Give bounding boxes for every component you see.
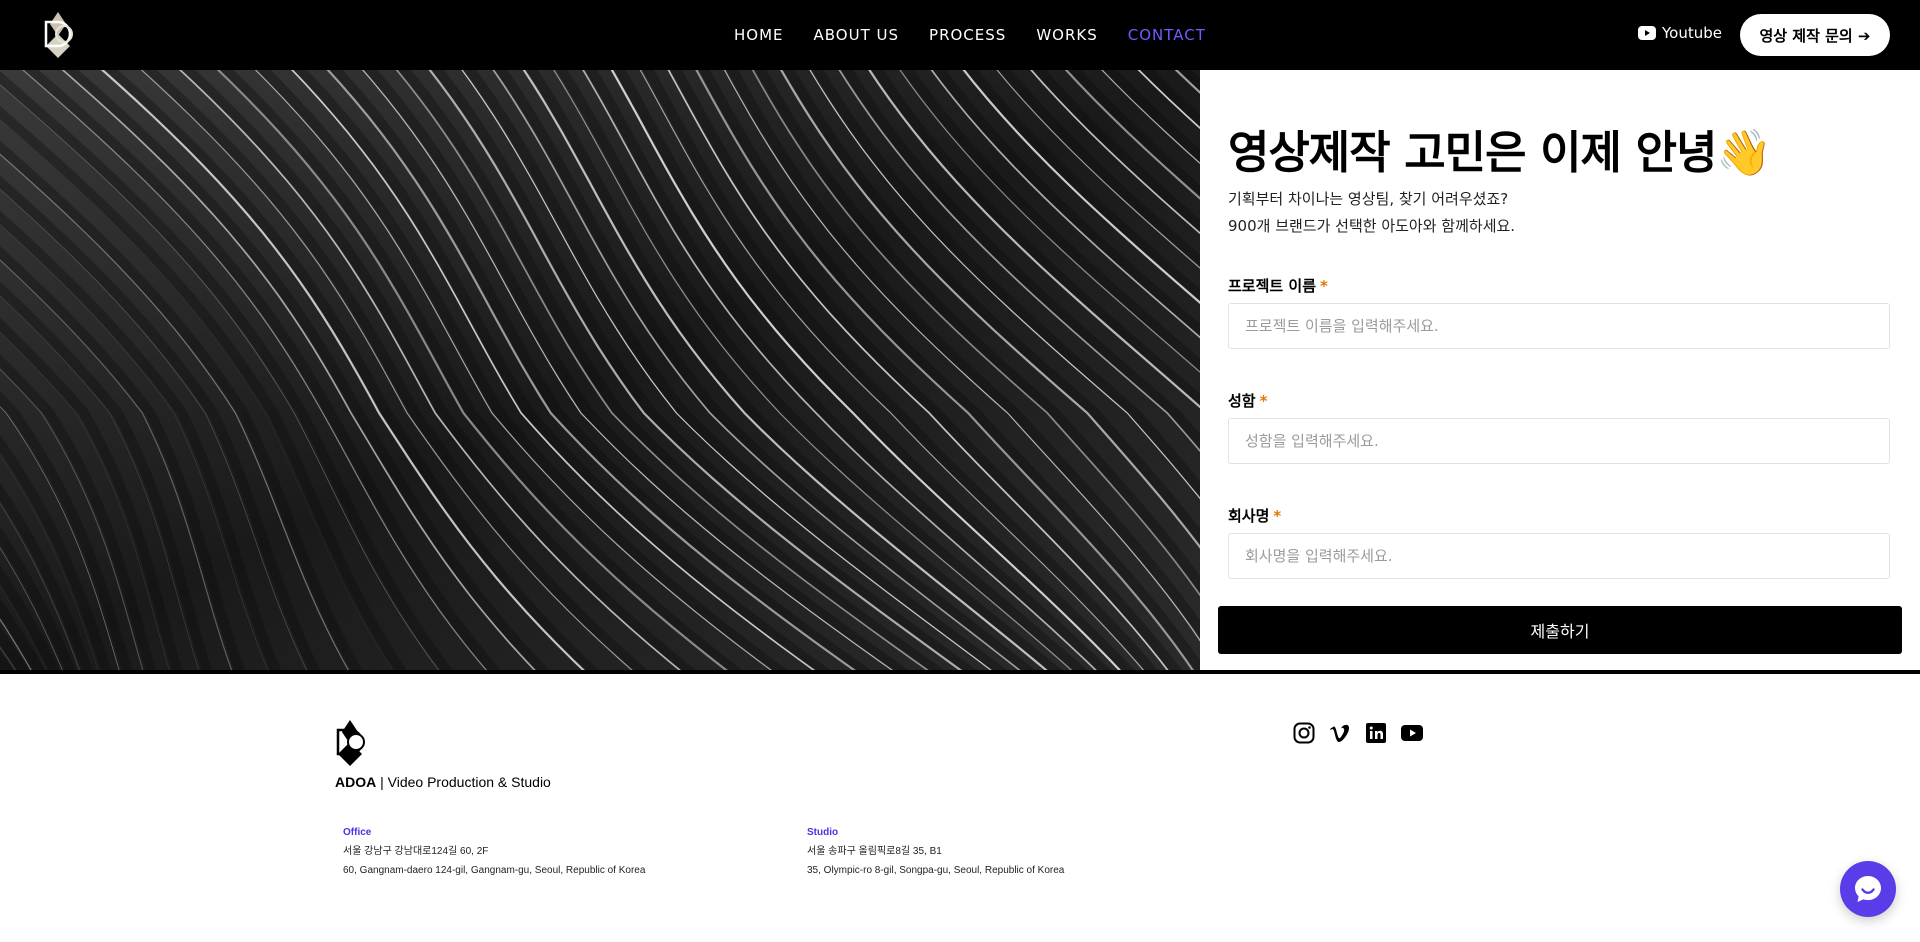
linkedin-icon[interactable] (1364, 721, 1388, 745)
studio-address: Studio 서울 송파구 올림픽로8길 35, B1 35, Olympic-… (807, 823, 1064, 880)
nav-about-us[interactable]: ABOUT US (814, 26, 900, 44)
chat-launcher-button[interactable] (1840, 861, 1896, 917)
studio-address-en: 35, Olympic-ro 8-gil, Songpa-gu, Seoul, … (807, 865, 1065, 876)
youtube-link[interactable]: Youtube (1638, 24, 1722, 42)
youtube-link-label: Youtube (1662, 24, 1722, 42)
company-name-label-text: 회사명 (1228, 507, 1270, 525)
footer-youtube-icon[interactable] (1400, 721, 1424, 745)
form-subtitle-line1: 기획부터 차이나는 영상팀, 찾기 어려우셨죠? (1228, 190, 1509, 208)
studio-address-ko: 서울 송파구 올림픽로8길 35, B1 (807, 846, 942, 857)
name-input[interactable] (1228, 418, 1890, 464)
top-header: HOME ABOUT US PROCESS WORKS CONTACT Yout… (0, 0, 1920, 70)
footer-brand: ADOA | Video Production & Studio (335, 774, 551, 790)
office-address-en: 60, Gangnam-daero 124-gil, Gangnam-gu, S… (343, 865, 646, 876)
project-name-label-text: 프로젝트 이름 (1228, 277, 1317, 295)
project-name-label: 프로젝트 이름 * (1228, 275, 1328, 296)
company-name-input[interactable] (1228, 533, 1890, 579)
required-mark: * (1273, 507, 1282, 525)
main-nav: HOME ABOUT US PROCESS WORKS CONTACT (734, 0, 1206, 70)
brand-name: ADOA (335, 774, 377, 790)
nav-works[interactable]: WORKS (1036, 26, 1097, 44)
vimeo-icon[interactable] (1328, 721, 1352, 745)
nav-home[interactable]: HOME (734, 26, 784, 44)
wave-lines-graphic (0, 70, 1200, 670)
inquiry-cta-button[interactable]: 영상 제작 문의 ➔ (1740, 14, 1890, 56)
submit-button[interactable]: 제출하기 (1218, 606, 1902, 654)
required-mark: * (1320, 277, 1328, 295)
studio-label: Studio (807, 827, 839, 838)
brand-tagline: | Video Production & Studio (380, 774, 551, 790)
instagram-icon[interactable] (1292, 721, 1316, 745)
nav-contact[interactable]: CONTACT (1128, 26, 1206, 44)
company-name-label: 회사명 * (1228, 505, 1281, 526)
contact-form-panel: 영상제작 고민은 이제 안녕👋 기획부터 차이나는 영상팀, 찾기 어려우셨죠?… (1200, 70, 1920, 670)
adoa-logo-icon[interactable] (40, 10, 76, 60)
office-address-ko: 서울 강남구 강남대로124길 60, 2F (343, 846, 489, 857)
form-subtitle: 기획부터 차이나는 영상팀, 찾기 어려우셨죠? 900개 브랜드가 선택한 아… (1228, 186, 1515, 240)
project-name-input[interactable] (1228, 303, 1890, 349)
office-label: Office (343, 827, 372, 838)
chat-bubble-icon (1855, 876, 1881, 902)
form-subtitle-line2: 900개 브랜드가 선택한 아도아와 함께하세요. (1228, 217, 1516, 235)
name-label: 성함 * (1228, 390, 1267, 411)
social-links (1292, 721, 1424, 745)
name-label-text: 성함 (1228, 392, 1256, 410)
form-title: 영상제작 고민은 이제 안녕👋 (1228, 126, 1772, 179)
required-mark: * (1259, 392, 1268, 410)
hero-wave-image (0, 70, 1200, 670)
section-divider (0, 670, 1920, 674)
office-address: Office 서울 강남구 강남대로124길 60, 2F 60, Gangna… (343, 823, 645, 880)
nav-process[interactable]: PROCESS (929, 26, 1006, 44)
footer-adoa-logo-icon[interactable] (332, 718, 368, 768)
youtube-icon (1638, 26, 1656, 40)
